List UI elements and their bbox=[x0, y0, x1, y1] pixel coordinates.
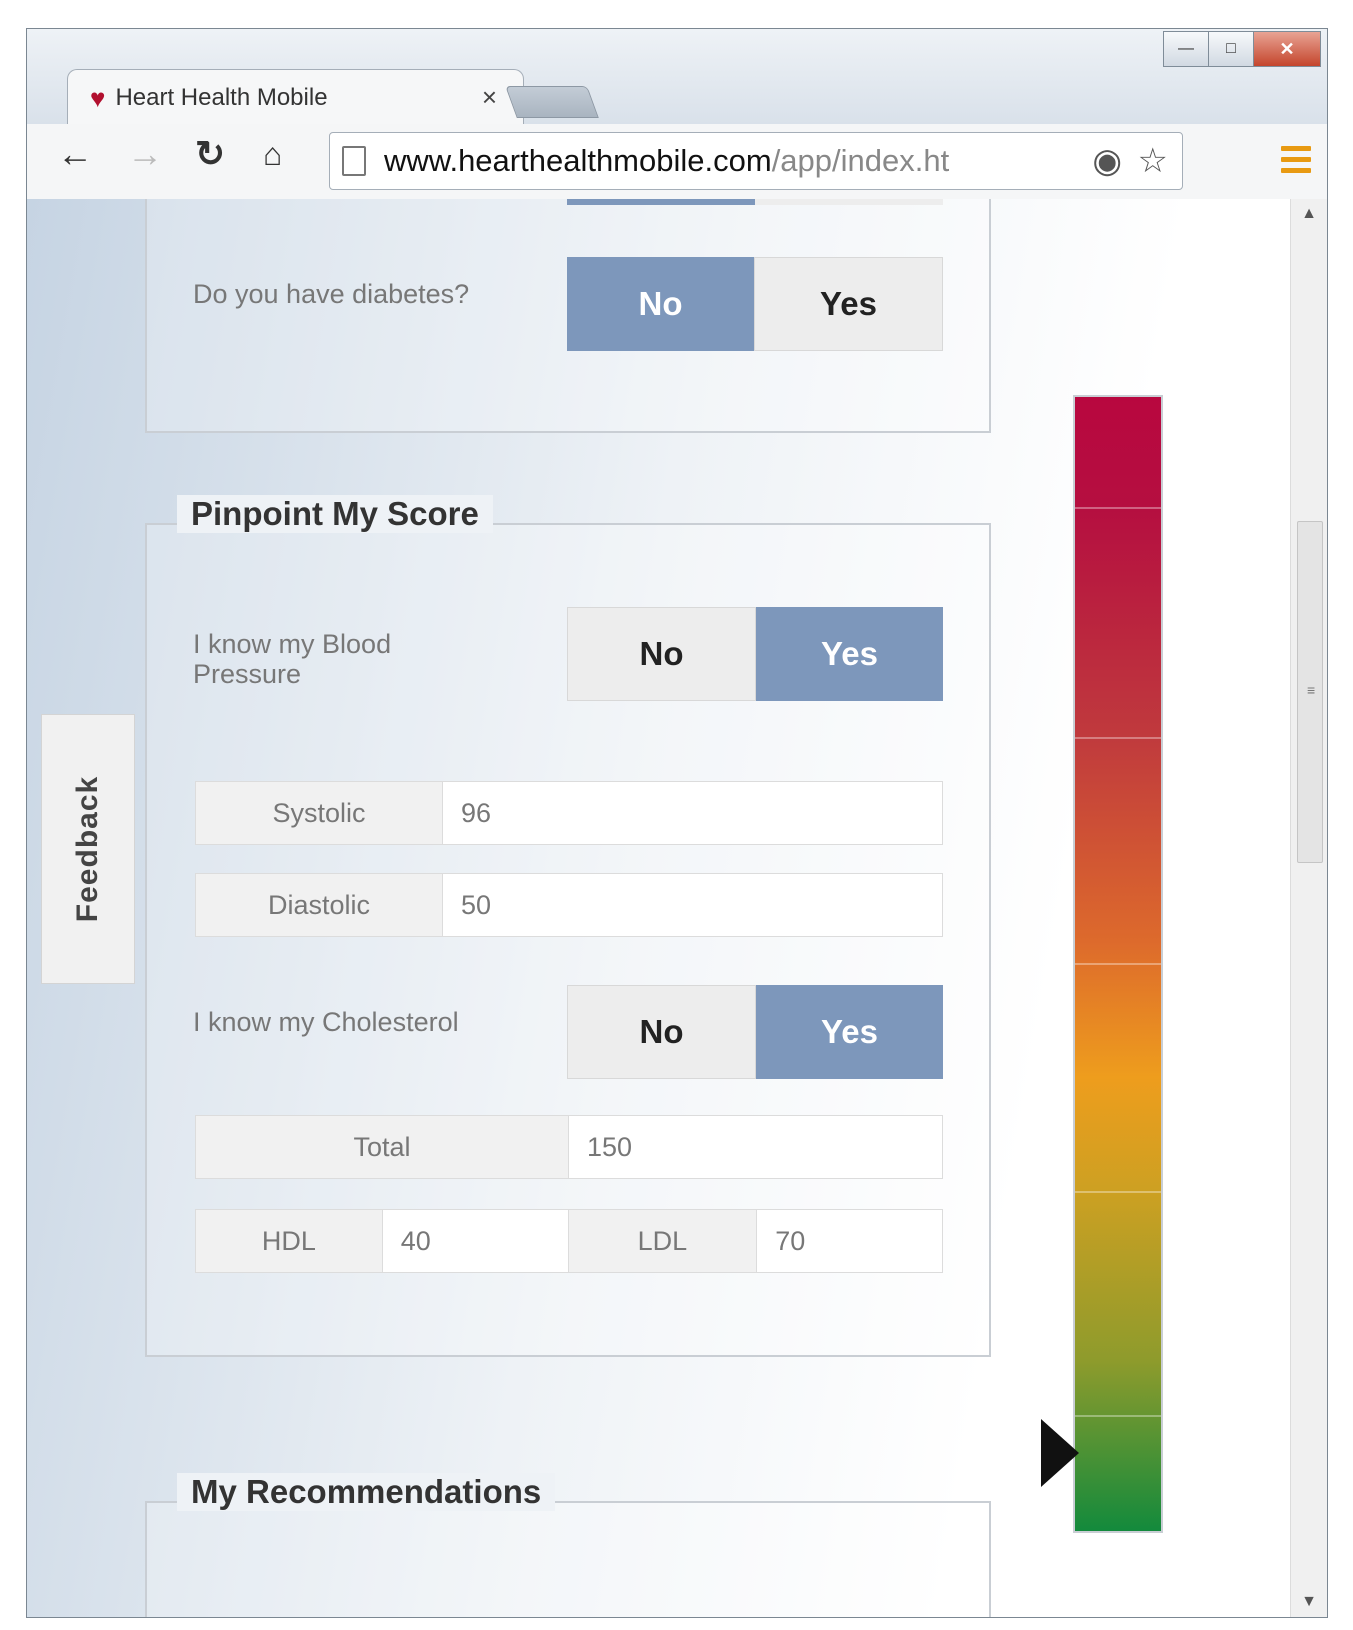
cholesterol-toggle: No Yes bbox=[567, 985, 943, 1079]
recommendations-title: My Recommendations bbox=[177, 1473, 556, 1511]
feedback-label: Feedback bbox=[71, 775, 104, 923]
cholesterol-question: I know my Cholesterol bbox=[193, 1007, 459, 1037]
total-field: Total 150 bbox=[195, 1115, 943, 1179]
bp-question: I know my Blood Pressure bbox=[193, 629, 392, 689]
systolic-field: Systolic 96 bbox=[195, 781, 943, 845]
star-icon[interactable]: ☆ bbox=[1138, 141, 1168, 181]
diastolic-label: Diastolic bbox=[196, 874, 442, 936]
gauge-divider bbox=[1075, 1415, 1161, 1417]
ldl-label: LDL bbox=[567, 1210, 757, 1272]
scroll-down-icon[interactable]: ▼ bbox=[1291, 1593, 1327, 1611]
diabetes-no-button[interactable]: No bbox=[567, 257, 754, 351]
feedback-tab[interactable]: Feedback bbox=[41, 714, 135, 984]
tab-close-icon[interactable]: × bbox=[482, 82, 497, 113]
reload-icon[interactable]: ↻ bbox=[195, 136, 225, 172]
pinpoint-title: Pinpoint My Score bbox=[177, 495, 493, 533]
scroll-up-icon[interactable]: ▲ bbox=[1291, 205, 1327, 223]
gauge-divider bbox=[1075, 737, 1161, 739]
diabetes-toggle: No Yes bbox=[567, 257, 943, 351]
bp-yes-button[interactable]: Yes bbox=[756, 607, 943, 701]
page-viewport: Do you have diabetes? No Yes Pinpoint My… bbox=[27, 199, 1327, 1617]
back-arrow-icon[interactable]: ← bbox=[57, 136, 93, 172]
browser-tab[interactable]: ♥ Heart Health Mobile × bbox=[67, 69, 524, 126]
score-pointer-icon bbox=[1041, 1419, 1079, 1488]
scrollbar-thumb[interactable]: ≡ bbox=[1297, 521, 1323, 863]
heart-icon: ♥ bbox=[90, 83, 106, 113]
minimize-button[interactable]: — bbox=[1163, 31, 1209, 67]
risk-factors-panel: Do you have diabetes? No Yes bbox=[145, 199, 991, 433]
vertical-scrollbar[interactable]: ▲ ≡ ▼ bbox=[1290, 199, 1327, 1617]
systolic-input[interactable]: 96 bbox=[442, 782, 942, 844]
extension-icon[interactable]: ◉ bbox=[1092, 141, 1122, 181]
browser-toolbar: ← → ↻ ⌂ www.hearthealthmobile.com/app/in… bbox=[27, 124, 1327, 200]
previous-toggle-selected[interactable] bbox=[567, 199, 755, 205]
url-host: www.hearthealthmobile.com bbox=[384, 143, 772, 178]
recommendations-panel: My Recommendations bbox=[145, 1473, 991, 1617]
hdl-ldl-field: HDL 40 LDL 70 bbox=[195, 1209, 943, 1273]
systolic-label: Systolic bbox=[196, 782, 442, 844]
url-path: /app/index.ht bbox=[771, 143, 950, 178]
cholesterol-no-button[interactable]: No bbox=[567, 985, 756, 1079]
forward-arrow-icon[interactable]: → bbox=[127, 136, 163, 172]
bp-toggle: No Yes bbox=[567, 607, 943, 701]
total-label: Total bbox=[196, 1116, 568, 1178]
close-window-button[interactable]: ✕ bbox=[1253, 31, 1321, 67]
title-bar: — □ ✕ ♥ Heart Health Mobile × bbox=[27, 29, 1327, 126]
browser-window: — □ ✕ ♥ Heart Health Mobile × ← → ↻ ⌂ ww… bbox=[26, 28, 1328, 1618]
hdl-label: HDL bbox=[196, 1210, 382, 1272]
gauge-divider bbox=[1075, 1191, 1161, 1193]
page-icon bbox=[342, 146, 366, 176]
gauge-divider bbox=[1075, 963, 1161, 965]
gauge-divider bbox=[1075, 507, 1161, 509]
diabetes-yes-button[interactable]: Yes bbox=[754, 257, 943, 351]
diastolic-field: Diastolic 50 bbox=[195, 873, 943, 937]
bp-no-button[interactable]: No bbox=[567, 607, 756, 701]
hdl-input[interactable]: 40 bbox=[381, 1210, 568, 1272]
tab-title: Heart Health Mobile bbox=[115, 84, 328, 111]
pinpoint-score-panel: Pinpoint My Score I know my Blood Pressu… bbox=[145, 495, 991, 1357]
total-input[interactable]: 150 bbox=[568, 1116, 942, 1178]
window-controls: — □ ✕ bbox=[1163, 31, 1321, 67]
home-icon[interactable]: ⌂ bbox=[263, 138, 282, 170]
new-tab-button[interactable] bbox=[505, 86, 599, 118]
hamburger-menu-icon[interactable] bbox=[1281, 146, 1311, 179]
scrollbar-grip-icon: ≡ bbox=[1307, 682, 1316, 698]
risk-score-gauge bbox=[1073, 395, 1163, 1533]
url-text[interactable]: www.hearthealthmobile.com/app/index.ht bbox=[384, 143, 1074, 179]
maximize-button[interactable]: □ bbox=[1208, 31, 1254, 67]
cholesterol-yes-button[interactable]: Yes bbox=[756, 985, 943, 1079]
diastolic-input[interactable]: 50 bbox=[442, 874, 942, 936]
diabetes-question: Do you have diabetes? bbox=[193, 279, 470, 309]
ldl-input[interactable]: 70 bbox=[756, 1210, 942, 1272]
address-bar[interactable]: www.hearthealthmobile.com/app/index.ht ◉… bbox=[329, 132, 1183, 190]
previous-toggle-unselected[interactable] bbox=[755, 199, 943, 205]
